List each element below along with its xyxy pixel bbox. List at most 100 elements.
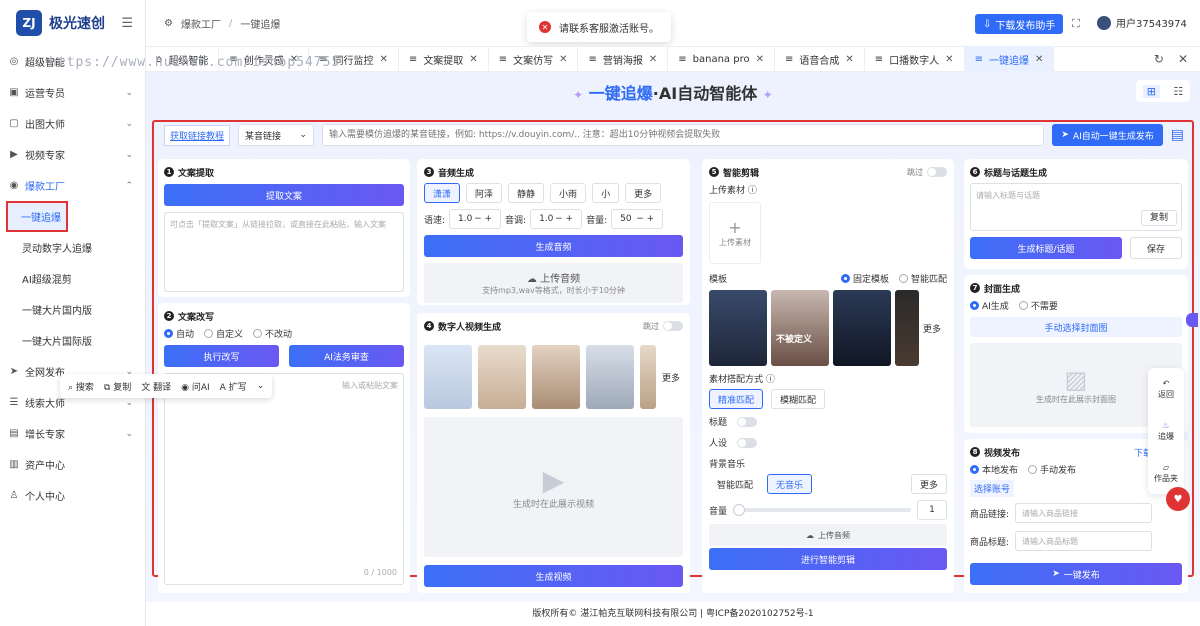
sidebar-item-3[interactable]: ▶ 视频专家 ⌄	[0, 139, 145, 170]
view-toggle[interactable]: ⊞ ☷	[1136, 80, 1190, 102]
upload-audio-area[interactable]: ☁ 上传音频 支持mp3,wav等格式，时长小于10分钟	[424, 263, 683, 303]
close-icon[interactable]: ✕	[469, 54, 477, 65]
voice-option[interactable]: 阿泽	[466, 183, 503, 203]
chevron-down-icon[interactable]: ⌄	[257, 381, 265, 391]
tab-7[interactable]: ≡ 语音合成 ✕	[775, 46, 865, 72]
smart-match-radio[interactable]: 智能匹配	[898, 272, 947, 285]
speed-stepper[interactable]: 1.0− +	[449, 209, 502, 229]
back-button[interactable]: ↶ 返回	[1158, 379, 1174, 400]
avatar-thumb[interactable]	[640, 345, 656, 409]
skip-toggle[interactable]	[927, 167, 947, 177]
breadcrumb-parent[interactable]: 爆款工厂	[181, 16, 221, 31]
template-thumb[interactable]	[895, 290, 919, 366]
sidebar-item-b3[interactable]: ▥ 资产中心	[0, 449, 145, 480]
save-button[interactable]: 保存	[1130, 237, 1182, 259]
expand-action[interactable]: A 扩写	[220, 380, 247, 393]
manual-cover-button[interactable]: 手动选择封面图	[970, 317, 1182, 337]
smart-edit-button[interactable]: 进行智能剪辑	[709, 548, 947, 570]
upload-material-button[interactable]: + 上传素材	[709, 202, 761, 264]
fixed-template-radio[interactable]: 固定模板	[840, 272, 889, 285]
avatar-thumb[interactable]	[478, 345, 526, 409]
no-cover-radio[interactable]: 不需要	[1018, 299, 1058, 312]
volume-value[interactable]: 1	[917, 500, 947, 520]
rewrite-button[interactable]: 执行改写	[164, 345, 279, 367]
chat-support-icon[interactable]: ♥	[1166, 487, 1190, 511]
title-toggle[interactable]	[737, 416, 758, 427]
voice-option[interactable]: 小	[592, 183, 620, 203]
sidebar-subitem-1[interactable]: 灵动数字人追爆	[0, 232, 145, 263]
collapse-menu-icon[interactable]: ☰	[121, 16, 133, 31]
user-menu[interactable]: 用户37543974	[1097, 15, 1187, 30]
trace-button[interactable]: ♨ 追爆	[1158, 421, 1174, 442]
select-account-button[interactable]: 选择账号	[970, 480, 1015, 497]
ai-cover-radio[interactable]: AI生成	[970, 299, 1009, 312]
pitch-stepper[interactable]: 1.0− +	[530, 209, 583, 229]
sidebar-item-2[interactable]: ▢ 出图大师 ⌄	[0, 108, 145, 139]
manual-publish-radio[interactable]: 手动发布	[1028, 463, 1076, 476]
mode-custom-radio[interactable]: 自定义	[204, 327, 243, 340]
local-publish-radio[interactable]: 本地发布	[970, 463, 1018, 476]
publish-button[interactable]: ➤ 一键发布	[970, 563, 1182, 585]
close-icon[interactable]: ✕	[649, 54, 657, 65]
close-icon[interactable]: ✕	[945, 54, 953, 65]
skip-toggle[interactable]	[663, 321, 683, 331]
source-select[interactable]: 某音链接 ⌄	[238, 124, 315, 146]
persona-toggle[interactable]	[737, 437, 758, 448]
sidebar-subitem-4[interactable]: 一键大片国际版	[0, 325, 145, 356]
tab-9[interactable]: ≡ 一键追爆 ✕	[964, 46, 1055, 72]
rewrite-textarea[interactable]: 输入或粘贴文案 0 / 1000	[164, 373, 404, 585]
close-icon[interactable]: ✕	[1035, 54, 1043, 65]
bgm-more-button[interactable]: 更多	[910, 474, 947, 494]
extract-text-button[interactable]: 提取文案	[164, 184, 404, 206]
generate-title-button[interactable]: 生成标题/话题	[970, 237, 1122, 259]
link-input[interactable]	[322, 124, 1045, 146]
legal-review-button[interactable]: AI法务审查	[289, 345, 404, 367]
download-assistant-button[interactable]: ⇩ 下载发布助手	[975, 14, 1064, 34]
more-voices-button[interactable]: 更多	[625, 183, 662, 203]
close-icon[interactable]: ✕	[845, 54, 853, 65]
works-folder-button[interactable]: ▱ 作品夹	[1154, 463, 1178, 484]
sidebar-subitem-3[interactable]: 一键大片国内版	[0, 294, 145, 325]
mode-auto-radio[interactable]: 自动	[164, 327, 194, 340]
grid-view-icon[interactable]: ⊞	[1142, 84, 1160, 98]
sidebar-subitem-0[interactable]: 一键追爆	[6, 201, 68, 232]
sidebar-item-4[interactable]: ◉ 爆款工厂 ⌃	[0, 170, 145, 201]
more-avatars-button[interactable]: 更多	[662, 371, 680, 384]
ai-auto-publish-button[interactable]: ➤ AI自动一键生成发布	[1052, 124, 1163, 146]
avatar-thumb[interactable]	[586, 345, 634, 409]
template-thumb[interactable]	[833, 290, 891, 366]
mode-none-radio[interactable]: 不改动	[253, 327, 292, 340]
tab-5[interactable]: ≡ 营销海报 ✕	[578, 46, 669, 72]
book-icon[interactable]: ▤	[1171, 127, 1184, 143]
search-action[interactable]: ⌕ 搜索	[68, 380, 94, 393]
tab-8[interactable]: ≡ 口播数字人 ✕	[865, 46, 965, 72]
close-all-icon[interactable]: ✕	[1178, 52, 1188, 66]
product-title-input[interactable]: 请输入商品标题	[1015, 531, 1152, 551]
close-icon[interactable]: ✕	[756, 54, 764, 65]
sidebar-item-1[interactable]: ▣ 运营专员 ⌄	[0, 77, 145, 108]
slider-handle[interactable]	[733, 504, 746, 516]
fuzzy-match-button[interactable]: 模糊匹配	[771, 389, 826, 409]
bgm-none-button[interactable]: 无音乐	[767, 474, 813, 494]
list-view-icon[interactable]: ☷	[1173, 85, 1183, 98]
upload-bgm-button[interactable]: ☁ 上传音频	[709, 524, 947, 546]
close-icon[interactable]: ✕	[380, 54, 388, 65]
avatar-thumb[interactable]	[424, 345, 472, 409]
copy-action[interactable]: ⧉ 复制	[104, 380, 131, 393]
logo[interactable]: ZJ 极光速创 ☰	[0, 0, 145, 46]
tab-4[interactable]: ≡ 文案仿写 ✕	[489, 46, 579, 72]
extract-textarea[interactable]: 可点击「提取文案」从链接拉取，或直接在此粘贴，输入文案	[164, 212, 404, 292]
precise-match-button[interactable]: 精准匹配	[709, 389, 764, 409]
fullscreen-icon[interactable]: ⛶	[1072, 17, 1080, 31]
ask-ai-action[interactable]: ◉ 问AI	[181, 380, 210, 393]
template-thumb[interactable]: 不被定义	[771, 290, 829, 366]
sidebar-item-b4[interactable]: ♙ 个人中心	[0, 480, 145, 511]
close-icon[interactable]: ✕	[559, 54, 567, 65]
sidebar-item-b2[interactable]: ▤ 增长专家 ⌄	[0, 418, 145, 449]
side-tab-icon[interactable]	[1186, 313, 1198, 327]
bgm-smart-button[interactable]: 智能匹配	[709, 474, 762, 494]
template-thumb[interactable]	[709, 290, 767, 366]
generate-audio-button[interactable]: 生成音频	[424, 235, 683, 257]
refresh-icon[interactable]: ↻	[1154, 52, 1164, 66]
tab-3[interactable]: ≡ 文案提取 ✕	[399, 46, 489, 72]
